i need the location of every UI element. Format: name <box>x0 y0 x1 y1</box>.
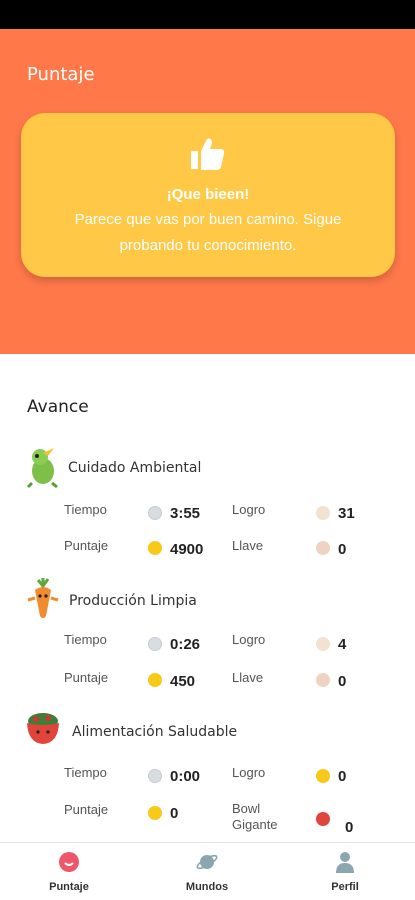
coin-icon <box>148 806 162 820</box>
salad-bowl-icon <box>27 713 59 744</box>
tiempo-label: Tiempo <box>64 502 107 517</box>
world-name: Alimentación Saludable <box>72 724 238 740</box>
tiempo-label: Tiempo <box>64 632 107 647</box>
world-name: Cuidado Ambiental <box>68 460 202 476</box>
puntaje-label: Puntaje <box>64 670 109 685</box>
puntaje-value: 450 <box>170 673 196 690</box>
status-bar <box>0 0 415 29</box>
person-icon <box>336 852 354 873</box>
section-title: Avance <box>27 397 89 417</box>
nav-label: Puntaje <box>49 881 89 893</box>
world-card-cuidado-ambiental: Cuidado Ambiental Tiempo 3:55 Logro 31 P… <box>0 445 415 565</box>
logro-label: Logro <box>232 632 266 647</box>
key-icon <box>316 673 330 687</box>
logro-value: 4 <box>338 636 347 653</box>
tiempo-label: Tiempo <box>64 765 107 780</box>
key-icon <box>316 541 330 555</box>
achievement-icon <box>316 769 330 783</box>
header: Puntaje ¡Que bieen! Parece que vas por b… <box>0 29 415 354</box>
message-card: ¡Que bieen! Parece que vas por buen cami… <box>21 113 395 277</box>
planet-icon <box>196 854 218 870</box>
achievement-icon <box>316 637 330 651</box>
world-card-alimentacion-saludable: Alimentación Saludable Tiempo 0:00 Logro… <box>0 707 415 837</box>
nav-label: Perfil <box>331 881 359 893</box>
dinosaur-icon <box>26 448 58 489</box>
clock-icon <box>148 506 162 520</box>
tiempo-value: 0:26 <box>170 636 201 653</box>
puntaje-value: 0 <box>170 805 179 822</box>
page-title: Puntaje <box>27 64 95 85</box>
puntaje-value: 4900 <box>170 541 204 558</box>
puntaje-label: Puntaje <box>64 802 109 817</box>
llave-value: 0 <box>338 673 347 690</box>
bowl-value: 0 <box>345 819 354 836</box>
puntaje-label: Puntaje <box>64 538 109 553</box>
tiempo-value: 3:55 <box>170 505 201 522</box>
world-card-produccion-limpia: Producción Limpia Tiempo 0:26 Logro 4 Pu… <box>0 576 415 696</box>
llave-label: Llave <box>232 538 264 553</box>
nav-item-puntaje[interactable]: Puntaje <box>0 843 138 900</box>
llave-value: 0 <box>338 541 347 558</box>
coin-icon <box>148 673 162 687</box>
coin-icon <box>148 541 162 555</box>
message-title: ¡Que bieen! <box>166 186 250 203</box>
logro-value: 31 <box>338 505 355 522</box>
logro-label: Logro <box>232 502 266 517</box>
world-name: Producción Limpia <box>69 593 197 609</box>
logro-value: 0 <box>338 768 347 785</box>
message-body: Parece que vas por buen camino. Sigue pr… <box>74 211 342 254</box>
logro-label: Logro <box>232 765 266 780</box>
clock-icon <box>148 637 162 651</box>
nav-label: Mundos <box>185 881 229 893</box>
achievement-icon <box>316 506 330 520</box>
tiempo-value: 0:00 <box>170 768 201 785</box>
bowl-label: Bowl Gigante <box>232 801 278 832</box>
bottom-nav: Puntaje Mundos Perfil <box>0 842 415 900</box>
bowl-icon <box>316 812 330 826</box>
nav-item-perfil[interactable]: Perfil <box>276 843 414 900</box>
puntaje-icon <box>59 852 79 872</box>
nav-item-mundos[interactable]: Mundos <box>138 843 276 900</box>
thumbs-up-icon <box>191 138 225 170</box>
llave-label: Llave <box>232 670 264 685</box>
carrot-icon <box>27 578 59 618</box>
clock-icon <box>148 769 162 783</box>
